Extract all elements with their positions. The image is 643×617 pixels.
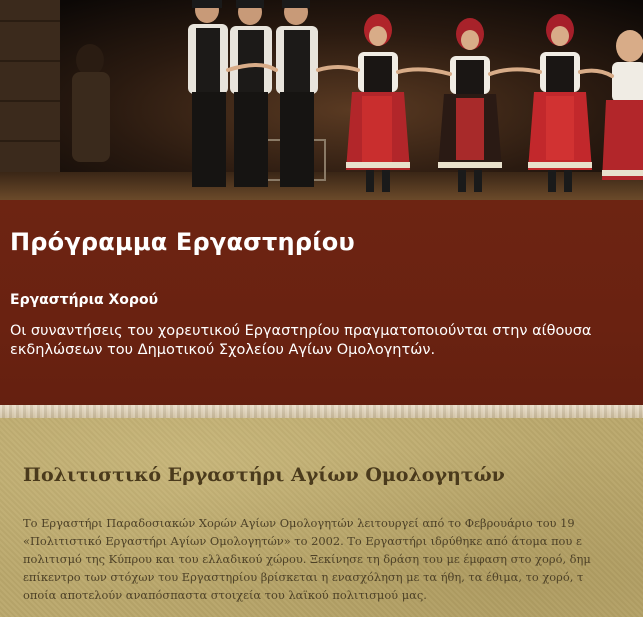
body-text-line: «Πολιτιστικό Εργαστήρι Αγίων Ομολογητών»… [23, 534, 582, 548]
section-subtitle: Εργαστήρια Χορού [10, 292, 159, 308]
male-dancer [276, 0, 318, 187]
program-description: Οι συναντήσεις του χορευτικού Εργαστηρίο… [10, 323, 592, 358]
body-text-line: πολιτισμό της Κύπρου και του ελλαδικού χ… [23, 552, 591, 566]
male-dancer [188, 0, 228, 187]
culture-section: Πολιτιστικό Εργαστήρι Αγίων Ομολογητών Τ… [0, 418, 643, 617]
program-section: Πρόγραμμα Εργαστηρίου Εργαστήρια Χορού Ο… [0, 200, 643, 405]
page: Πρόγραμμα Εργαστηρίου Εργαστήρια Χορού Ο… [0, 0, 643, 617]
body-text-line: επίκεντρο των στόχων του Εργαστηρίου βρί… [23, 570, 584, 584]
culture-body: Το Εργαστήρι Παραδοσιακών Χορών Αγίων Ομ… [23, 514, 643, 604]
page-title: Πρόγραμμα Εργαστηρίου [10, 228, 355, 256]
male-dancer [230, 0, 272, 187]
section-divider [0, 405, 643, 418]
body-text-line: οποία αποτελούν αναπόσπαστα στοιχεία του… [23, 588, 427, 602]
body-text-line: Το Εργαστήρι Παραδοσιακών Χορών Αγίων Ομ… [23, 516, 575, 530]
greek-folk-dancers-photo [0, 0, 643, 200]
culture-title: Πολιτιστικό Εργαστήρι Αγίων Ομολογητών [23, 464, 505, 486]
hero-image [0, 0, 643, 200]
